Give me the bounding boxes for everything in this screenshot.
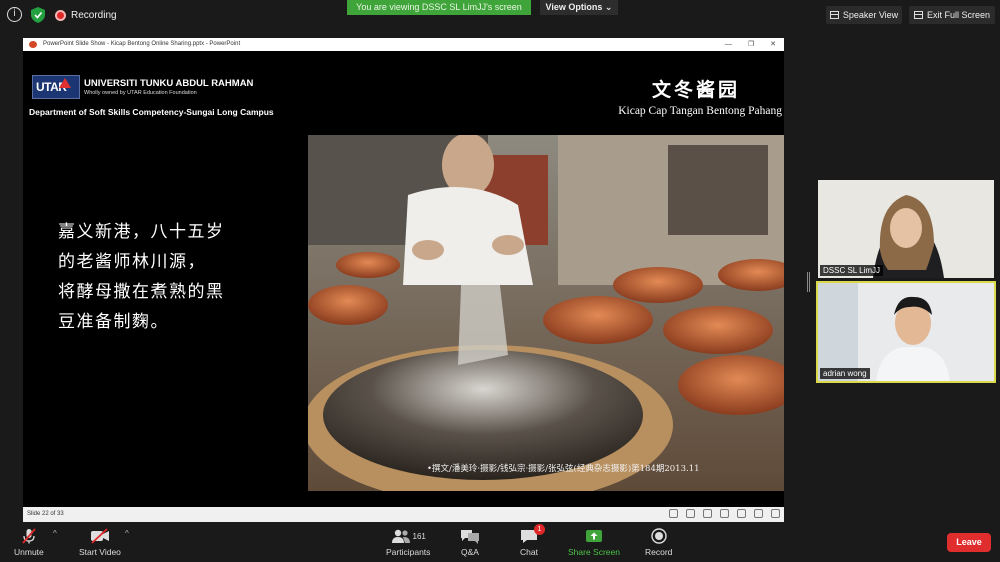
- body-line: 将酵母撒在煮熟的黑: [58, 282, 225, 302]
- powerpoint-window-title: PowerPoint Slide Show - Kicap Bentong On…: [43, 41, 241, 47]
- participants-label: Participants: [386, 547, 431, 557]
- chat-unread-badge: 1: [534, 524, 545, 535]
- university-subtitle: Wholly owned by UTAR Education Foundatio…: [84, 90, 197, 96]
- participant-video-frame: [818, 180, 994, 278]
- chevron-down-icon: ⌄: [604, 2, 613, 12]
- participants-count: 161: [412, 531, 426, 541]
- meeting-toolbar: Unmute ^ Start Video ^ 161 Participants …: [0, 523, 1000, 562]
- view-options-label: View Options: [545, 2, 603, 12]
- record-icon: [651, 528, 667, 544]
- chat-label: Chat: [520, 547, 538, 557]
- restore-icon: ❐: [747, 41, 755, 48]
- share-screen-button[interactable]: Share Screen: [568, 528, 620, 557]
- utar-logo-triangle-icon: [59, 78, 71, 88]
- slide-photo: [308, 135, 784, 491]
- brand-title: Kicap Cap Tangan Bentong Pahang: [618, 105, 782, 117]
- participant-name: DSSC SL LimJJ: [820, 265, 884, 276]
- slideshow-controls: [669, 509, 780, 518]
- view-options-button[interactable]: View Options ⌄: [540, 0, 618, 15]
- share-screen-label: Share Screen: [568, 547, 620, 557]
- recording-indicator[interactable]: Recording: [55, 7, 117, 23]
- exit-full-screen-button[interactable]: Exit Full Screen: [909, 6, 995, 24]
- record-label: Record: [645, 547, 673, 557]
- shared-screen: PowerPoint Slide Show - Kicap Bentong On…: [23, 38, 784, 522]
- body-line: 嘉义新港，八十五岁: [58, 222, 225, 242]
- qa-icon: [460, 528, 480, 544]
- chinese-title: 文冬酱园: [651, 79, 740, 101]
- viewing-banner: You are viewing DSSC SL LimJJ's screen: [347, 0, 531, 15]
- department-name: Department of Soft Skills Competency-Sun…: [29, 107, 274, 117]
- microphone-muted-icon: [21, 528, 37, 544]
- participant-video-tile[interactable]: DSSC SL LimJJ: [818, 180, 994, 278]
- active-speaker-video-tile[interactable]: adrian wong: [816, 281, 996, 383]
- chat-button[interactable]: 1 Chat: [520, 524, 545, 557]
- speaker-view-label: Speaker View: [842, 10, 899, 20]
- grid-view-icon: [720, 509, 729, 518]
- window-controls: — ❐ ✕: [725, 38, 776, 51]
- slide: UTAR UNIVERSITI TUNKU ABDUL RAHMAN Wholl…: [23, 51, 784, 507]
- video-options-chevron-icon[interactable]: ^: [125, 529, 129, 538]
- notes-icon: [686, 509, 695, 518]
- record-dot-icon: [55, 9, 66, 21]
- close-icon: ✕: [770, 41, 776, 48]
- unmute-button[interactable]: Unmute: [14, 528, 44, 557]
- body-line: 的老酱师林川源，: [58, 252, 206, 272]
- leave-button[interactable]: Leave: [947, 533, 991, 552]
- participant-name: adrian wong: [820, 368, 870, 379]
- top-bar: i Recording You are viewing DSSC SL LimJ…: [0, 0, 1000, 30]
- speaker-view-button[interactable]: Speaker View: [826, 6, 902, 24]
- utar-logo: UTAR: [32, 75, 80, 99]
- more-options-icon: [771, 509, 780, 518]
- participants-button[interactable]: 161 Participants: [386, 528, 430, 557]
- record-button[interactable]: Record: [645, 528, 672, 557]
- start-video-button[interactable]: Start Video: [79, 528, 121, 557]
- qa-button[interactable]: Q&A: [460, 528, 480, 557]
- reading-view-icon: [737, 509, 746, 518]
- body-line: 豆准备制麴。: [58, 312, 169, 332]
- qa-label: Q&A: [461, 547, 479, 557]
- next-slide-icon: [703, 509, 712, 518]
- speaker-view-icon: [829, 11, 839, 19]
- audio-options-chevron-icon[interactable]: ^: [53, 529, 57, 538]
- start-video-label: Start Video: [79, 547, 121, 557]
- info-icon[interactable]: i: [7, 7, 22, 22]
- powerpoint-logo-icon: [29, 41, 37, 48]
- shield-icon[interactable]: [31, 7, 45, 23]
- minimize-icon: —: [724, 41, 732, 48]
- unmute-label: Unmute: [14, 547, 44, 557]
- slideshow-view-icon: [754, 509, 763, 518]
- chat-icon: 1: [520, 524, 545, 544]
- powerpoint-status-bar: Slide 22 of 33: [23, 507, 784, 522]
- exit-full-screen-icon: [913, 11, 923, 19]
- video-off-icon: [90, 528, 110, 544]
- participant-video-frame: [818, 283, 994, 381]
- exit-full-screen-label: Exit Full Screen: [926, 10, 991, 20]
- participants-icon: 161: [391, 528, 426, 544]
- slide-counter: Slide 22 of 33: [27, 511, 64, 517]
- photo-credit: •撰文/潘美玲·摄影/钱弘宗·摄影/张弘弦(经典杂志摄影)第184期2013.1…: [427, 464, 700, 474]
- powerpoint-title-bar: PowerPoint Slide Show - Kicap Bentong On…: [23, 38, 784, 51]
- previous-slide-icon: [669, 509, 678, 518]
- share-screen-icon: [585, 528, 603, 544]
- slide-body-text: 嘉义新港，八十五岁 的老酱师林川源， 将酵母撒在煮熟的黑 豆准备制麴。: [58, 217, 268, 337]
- panel-resize-handle[interactable]: [807, 272, 810, 292]
- university-name: UNIVERSITI TUNKU ABDUL RAHMAN: [84, 78, 254, 89]
- recording-label: Recording: [71, 9, 117, 21]
